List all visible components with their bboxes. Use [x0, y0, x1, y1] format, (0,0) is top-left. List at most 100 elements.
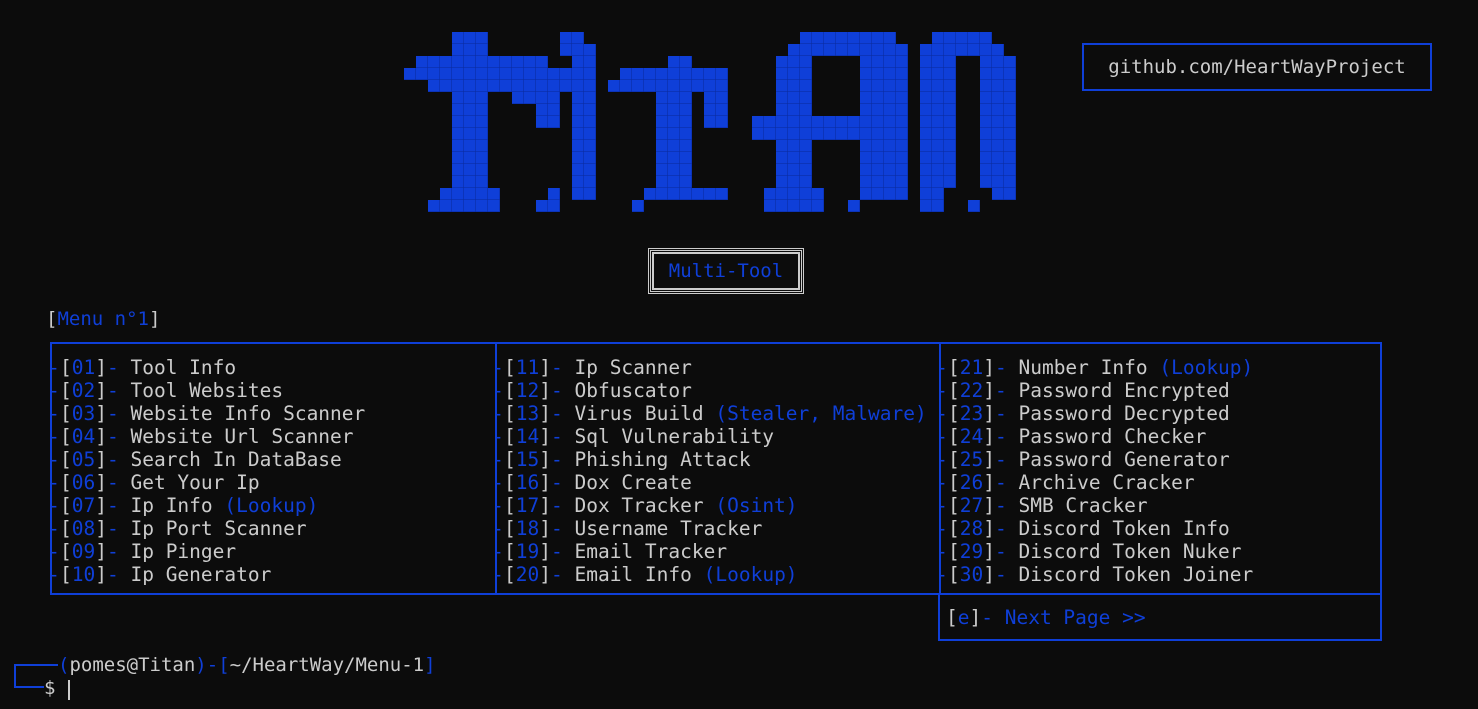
titan-logo	[404, 32, 1016, 212]
menu-item[interactable]: - [06]- Get Your Ip	[48, 471, 365, 494]
menu-item[interactable]: - [12]- Obfuscator	[492, 379, 927, 402]
menu-item-dash-sep: -	[994, 356, 1019, 379]
menu-item-number: 28	[959, 517, 984, 540]
prompt-path: ~/HeartWay/Menu-1	[229, 654, 425, 676]
menu-item-dash-sep: -	[994, 494, 1019, 517]
bracket-close: ]	[95, 494, 107, 517]
menu-item[interactable]: - [25]- Password Generator	[936, 448, 1253, 471]
bracket-close: ]	[95, 448, 107, 471]
prompt-header: (pomes@Titan)-[~/HeartWay/Menu-1]	[58, 654, 436, 677]
bracket-open: [	[948, 494, 960, 517]
prompt-user: pomes@Titan	[69, 654, 196, 676]
menu-item-dash: -	[936, 402, 948, 425]
menu-item[interactable]: - [17]- Dox Tracker (Osint)	[492, 494, 927, 517]
next-page-option[interactable]: [e] - Next Page >>	[938, 593, 1382, 641]
menu-item[interactable]: - [09]- Ip Pinger	[48, 540, 365, 563]
menu-item[interactable]: - [03]- Website Info Scanner	[48, 402, 366, 425]
menu-item-number: 29	[959, 540, 984, 563]
bracket-close: ]	[539, 425, 551, 448]
menu-item[interactable]: - [07]- Ip Info (Lookup)	[48, 494, 365, 517]
menu-item-label: Website Info Scanner	[130, 402, 366, 425]
menu-item-dash: -	[48, 517, 60, 540]
bracket-close: ]	[539, 356, 551, 379]
bracket-open: [	[46, 308, 58, 330]
bracket-close: ]	[95, 379, 107, 402]
menu-item[interactable]: - [02]- Tool Websites	[48, 379, 365, 402]
menu-item[interactable]: - [22]- Password Encrypted	[936, 379, 1253, 402]
menu-item-label: Tool Info	[130, 356, 237, 379]
menu-item[interactable]: - [15]- Phishing Attack	[492, 448, 927, 471]
menu-item-label: Virus Build	[574, 402, 704, 425]
bracket-close: ]	[983, 517, 995, 540]
menu-item[interactable]: - [08]- Ip Port Scanner	[48, 517, 365, 540]
menu-item-dash-sep: -	[550, 540, 575, 563]
menu-item[interactable]: - [19]- Email Tracker	[492, 540, 927, 563]
menu-item-dash: -	[492, 494, 504, 517]
menu-item[interactable]: - [14]- Sql Vulnerability	[492, 425, 927, 448]
menu-item-number: 27	[959, 494, 984, 517]
bracket-close: ]	[95, 356, 107, 379]
menu-item-label: Ip Scanner	[574, 356, 692, 379]
menu-item[interactable]: - [04]- Website Url Scanner	[48, 425, 365, 448]
menu-item-dash-sep: -	[550, 517, 575, 540]
bracket-close: ]	[983, 471, 995, 494]
menu-item[interactable]: - [01]- Tool Info	[48, 356, 365, 379]
menu-item-number: 17	[515, 494, 540, 517]
menu-item-dash-sep: -	[994, 448, 1019, 471]
bracket-open: [	[504, 402, 516, 425]
menu-item-label: Password Decrypted	[1018, 402, 1230, 425]
bracket-open: [	[948, 379, 960, 402]
menu-item-dash: -	[48, 540, 60, 563]
menu-item-dash: -	[936, 563, 948, 586]
menu-item-number: 02	[71, 379, 96, 402]
github-link[interactable]: github.com/HeartWayProject	[1108, 56, 1405, 78]
menu-item[interactable]: - [28]- Discord Token Info	[936, 517, 1253, 540]
menu-item[interactable]: - [27]- SMB Cracker	[936, 494, 1253, 517]
menu-item[interactable]: - [18]- Username Tracker	[492, 517, 927, 540]
menu-item[interactable]: - [29]- Discord Token Nuker	[936, 540, 1253, 563]
menu-item-dash: -	[48, 379, 60, 402]
terminal-cursor[interactable]	[68, 680, 70, 700]
menu-item-label: Tool Websites	[130, 379, 284, 402]
menu-item-number: 25	[959, 448, 984, 471]
menu-item-dash: -	[492, 471, 504, 494]
menu-item[interactable]: - [26]- Archive Cracker	[936, 471, 1253, 494]
menu-item[interactable]: - [16]- Dox Create	[492, 471, 927, 494]
menu-item[interactable]: - [30]- Discord Token Joiner	[936, 563, 1253, 586]
prompt-separator: -[	[206, 654, 230, 676]
menu-item-number: 08	[71, 517, 96, 540]
menu-item-label: Ip Pinger	[130, 540, 237, 563]
menu-item-number: 16	[515, 471, 540, 494]
bracket-open: [	[948, 517, 960, 540]
menu-item-label: Discord Token Nuker	[1018, 540, 1242, 563]
bracket-close: ]	[95, 540, 107, 563]
menu-item-dash-sep: -	[550, 471, 575, 494]
menu-item[interactable]: - [24]- Password Checker	[936, 425, 1253, 448]
bracket-open: [	[504, 563, 516, 586]
menu-item-number: 15	[515, 448, 540, 471]
menu-item-dash-sep: -	[994, 379, 1019, 402]
menu-item[interactable]: - [21]- Number Info (Lookup)	[936, 356, 1253, 379]
paren-open: (	[58, 654, 70, 676]
menu-item[interactable]: - [11]- Ip Scanner	[492, 356, 927, 379]
bracket-close: ]	[539, 540, 551, 563]
bracket-open: [	[60, 517, 72, 540]
menu-item[interactable]: - [10]- Ip Generator	[48, 563, 365, 586]
bracket-open: [	[504, 540, 516, 563]
menu-item-dash-sep: -	[106, 494, 131, 517]
menu-item-label: Dox Create	[574, 471, 692, 494]
menu-item[interactable]: - [13]- Virus Build (Stealer, Malware)	[492, 402, 927, 425]
bracket-close: ]	[539, 494, 551, 517]
menu-item[interactable]: - [05]- Search In DataBase	[48, 448, 365, 471]
menu-item[interactable]: - [23]- Password Decrypted	[936, 402, 1253, 425]
menu-item[interactable]: - [20]- Email Info (Lookup)	[492, 563, 927, 586]
menu-item-number: 11	[515, 356, 540, 379]
menu-item-dash: -	[48, 402, 60, 425]
menu-item-dash-sep: -	[550, 425, 575, 448]
github-link-box[interactable]: github.com/HeartWayProject	[1082, 43, 1432, 91]
menu-item-dash: -	[936, 425, 948, 448]
menu-item-number: 24	[959, 425, 984, 448]
bracket-close: ]	[983, 494, 995, 517]
menu-item-dash: -	[48, 563, 60, 586]
